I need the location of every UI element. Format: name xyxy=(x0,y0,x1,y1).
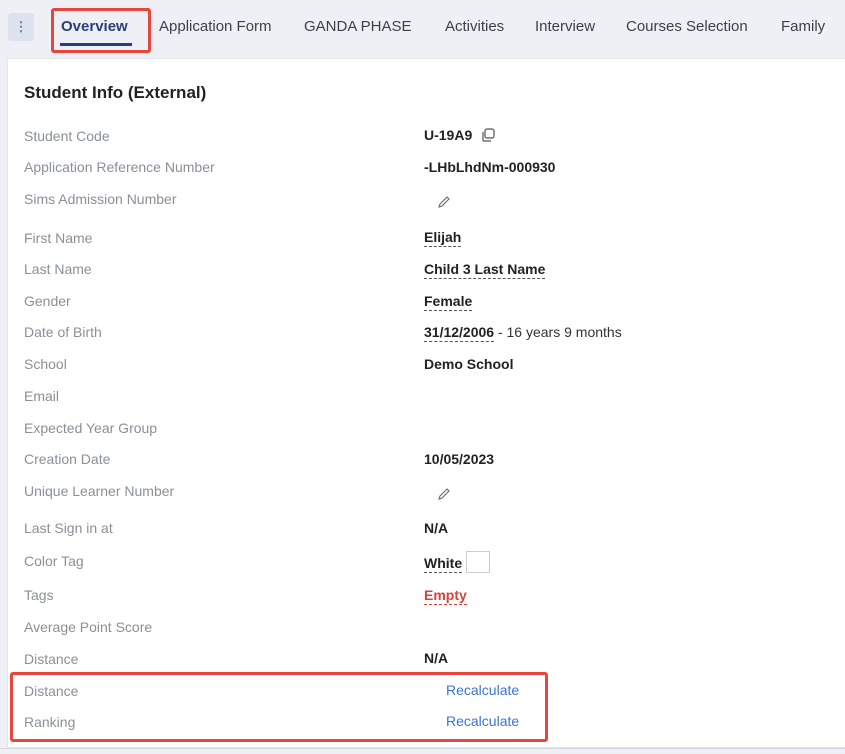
app-ref-value: -LHbLhdNm-000930 xyxy=(424,159,556,175)
tags-value[interactable]: Empty xyxy=(424,587,467,605)
tab-bar: ⋮ Overview Application Form GANDA PHASE … xyxy=(0,0,845,54)
avg-point-label: Average Point Score xyxy=(24,619,153,635)
distance-recalculate-link[interactable]: Recalculate xyxy=(446,682,519,698)
tab-family[interactable]: Family xyxy=(781,18,825,35)
last-name-value[interactable]: Child 3 Last Name xyxy=(424,261,546,279)
gender-value[interactable]: Female xyxy=(424,293,473,311)
color-tag-name[interactable]: White xyxy=(424,555,463,573)
tab-ganda-phase[interactable]: GANDA PHASE xyxy=(304,18,412,35)
sims-label: Sims Admission Number xyxy=(24,191,177,207)
dob-label: Date of Birth xyxy=(24,324,102,340)
distance-value: N/A xyxy=(424,650,449,666)
active-tab-indicator xyxy=(60,43,132,46)
uln-label: Unique Learner Number xyxy=(24,483,175,499)
last-sign-in-label: Last Sign in at xyxy=(24,520,113,536)
uln-edit-icon[interactable] xyxy=(436,485,452,502)
gender-label: Gender xyxy=(24,293,71,309)
distance-recalc-label: Distance xyxy=(24,683,79,699)
creation-date-label: Creation Date xyxy=(24,451,111,467)
last-name-label: Last Name xyxy=(24,261,92,277)
school-label: School xyxy=(24,356,67,372)
dob-date[interactable]: 31/12/2006 xyxy=(424,324,495,342)
tab-interview[interactable]: Interview xyxy=(535,18,595,35)
tab-activities[interactable]: Activities xyxy=(445,18,504,35)
student-code-label: Student Code xyxy=(24,128,110,144)
tab-overview[interactable]: Overview xyxy=(61,18,128,35)
first-name-value[interactable]: Elijah xyxy=(424,229,462,247)
email-label: Email xyxy=(24,388,60,404)
student-code-text: U-19A9 xyxy=(424,127,473,144)
app-ref-label: Application Reference Number xyxy=(24,159,215,175)
color-swatch[interactable] xyxy=(466,551,491,574)
first-name-label: First Name xyxy=(24,230,93,246)
ranking-label: Ranking xyxy=(24,714,76,730)
bottom-divider xyxy=(0,748,845,749)
tags-label: Tags xyxy=(24,587,54,603)
creation-date-value: 10/05/2023 xyxy=(424,451,495,467)
color-tag-label: Color Tag xyxy=(24,553,84,569)
kebab-menu-icon[interactable]: ⋮ xyxy=(8,13,34,41)
distance-label: Distance xyxy=(24,651,79,667)
student-code-value: U-19A9 xyxy=(424,127,496,146)
year-group-label: Expected Year Group xyxy=(24,420,158,436)
copy-icon[interactable] xyxy=(480,127,496,146)
sims-edit-icon[interactable] xyxy=(436,193,452,210)
dob-value: 31/12/2006 - 16 years 9 months xyxy=(424,324,622,342)
dob-age: - 16 years 9 months xyxy=(494,324,622,340)
tab-courses-selection[interactable]: Courses Selection xyxy=(626,18,748,35)
last-sign-in-value: N/A xyxy=(424,520,449,536)
ranking-recalculate-link[interactable]: Recalculate xyxy=(446,713,519,729)
tab-application-form[interactable]: Application Form xyxy=(159,18,272,35)
color-tag-value: White xyxy=(424,551,491,574)
section-title: Student Info (External) xyxy=(24,83,207,102)
school-value: Demo School xyxy=(424,356,514,372)
